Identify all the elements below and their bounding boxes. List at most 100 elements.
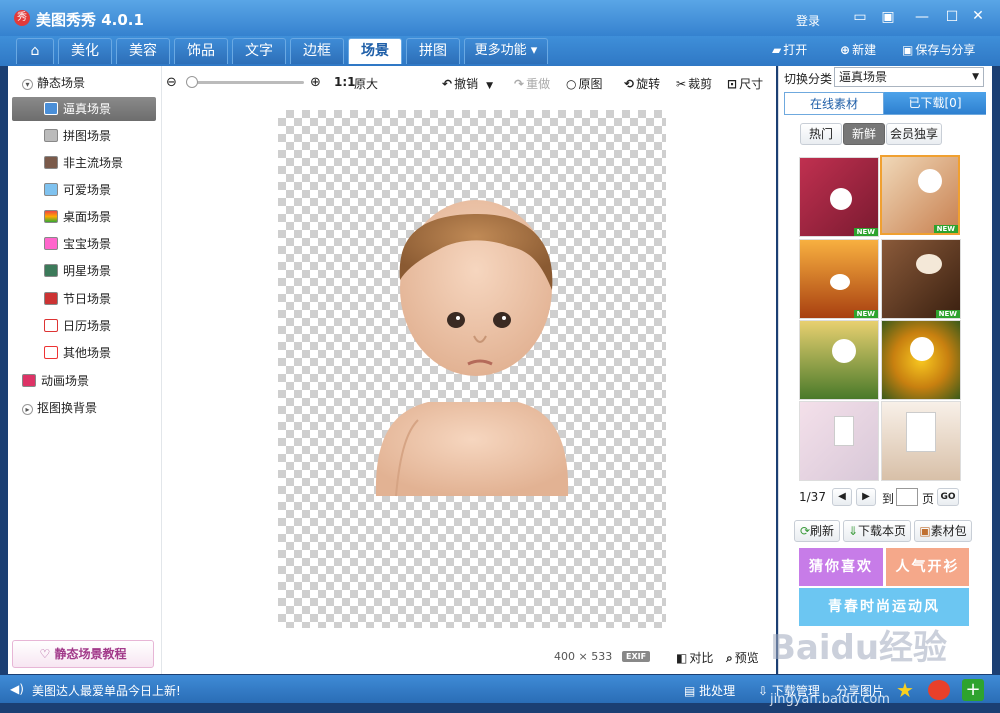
tab-text[interactable]: 文字 <box>232 38 286 64</box>
category-select[interactable]: 逼真场景 ▼ <box>834 67 984 87</box>
preview-label: 预览 <box>734 651 759 665</box>
scene-item-collage[interactable]: 拼图场景 <box>44 125 111 147</box>
tutorial-icon: ♡ <box>39 647 55 661</box>
scene-item-cute[interactable]: 可爱场景 <box>44 179 111 201</box>
coffee-cup <box>916 254 942 274</box>
actual-size-button[interactable]: 1:1 <box>334 75 356 89</box>
rotate-icon: ⟲ <box>624 77 635 91</box>
next-page-icon[interactable]: ▶ <box>856 488 876 506</box>
plus-icon: ⊕ <box>840 43 851 57</box>
page-indicator: 1/37 <box>799 490 826 504</box>
skin-icon[interactable]: ▣ <box>878 9 898 25</box>
scene-label: 宝宝场景 <box>63 237 112 251</box>
scene-item-star[interactable]: 明星场景 <box>44 260 111 282</box>
scene-item-desktop[interactable]: 桌面场景 <box>44 206 111 228</box>
tab-collage[interactable]: 拼图 <box>406 38 460 64</box>
image-canvas[interactable] <box>278 110 666 628</box>
tab-beauty[interactable]: 美容 <box>116 38 170 64</box>
weibo-icon[interactable] <box>928 680 950 700</box>
material-thumbnail-selected[interactable]: NEW <box>880 155 960 235</box>
collapse-icon: ▾ <box>22 79 33 90</box>
login-link[interactable]: 登录 <box>796 12 820 29</box>
new-button[interactable]: ⊕ 新建 <box>840 41 876 58</box>
static-scene-tutorial-button[interactable]: ♡ 静态场景教程 <box>12 640 154 668</box>
expand-icon: ▸ <box>22 404 33 415</box>
minimize-icon[interactable]: — <box>912 9 932 25</box>
save-share-button[interactable]: ▣ 保存与分享 <box>902 41 975 58</box>
scene-item-nonmainstream[interactable]: 非主流场景 <box>44 152 123 174</box>
original-button[interactable]: ○ 原图 <box>566 75 603 92</box>
zoom-slider[interactable] <box>186 81 304 84</box>
cutout-bg-group[interactable]: ▸ 抠图换背景 <box>22 397 97 419</box>
size-button[interactable]: ⊡ 尺寸 <box>727 75 763 92</box>
undo-button[interactable]: ↶ 撤销 ▼ <box>442 75 493 92</box>
open-button[interactable]: ▰ 打开 <box>772 41 807 58</box>
tab-frame[interactable]: 边框 <box>290 38 344 64</box>
material-thumbnail[interactable] <box>799 320 879 400</box>
filter-hot[interactable]: 热门 <box>800 123 842 145</box>
exif-button[interactable]: EXIF <box>622 651 651 662</box>
add-icon[interactable]: + <box>962 679 984 701</box>
promo-guess-you-like[interactable]: 猜你喜欢 <box>799 548 883 586</box>
package-button[interactable]: ▣素材包 <box>914 520 972 542</box>
rotate-button[interactable]: ⟲ 旋转 <box>624 75 660 92</box>
new-badge: NEW <box>935 310 960 318</box>
promo-popular-cardigan[interactable]: 人气开衫 <box>886 548 969 586</box>
maximize-icon[interactable]: ☐ <box>942 9 962 25</box>
material-thumbnail[interactable] <box>799 401 879 481</box>
crop-button[interactable]: ✂ 裁剪 <box>676 75 712 92</box>
preview-icon: ⌕ <box>726 651 733 665</box>
refresh-button[interactable]: ⟳刷新 <box>794 520 840 542</box>
material-thumbnail[interactable]: NEW <box>881 239 961 319</box>
save-label: 保存与分享 <box>915 43 976 57</box>
filter-new[interactable]: 新鲜 <box>843 123 885 145</box>
material-thumbnail[interactable]: NEW <box>799 239 879 319</box>
tab-home[interactable]: ⌂ <box>16 38 54 64</box>
scene-label: 日历场景 <box>63 319 112 333</box>
star-icon[interactable]: ★ <box>896 679 918 701</box>
tab-beautify[interactable]: 美化 <box>58 38 112 64</box>
feedback-icon[interactable]: ▭ <box>850 9 870 25</box>
scene-item-realistic[interactable]: 逼真场景 <box>44 98 111 120</box>
zoom-out-icon[interactable]: ⊖ <box>166 75 177 90</box>
animated-scene-group[interactable]: 动画场景 <box>22 370 89 392</box>
close-icon[interactable]: ✕ <box>968 8 988 24</box>
refresh-label: 刷新 <box>810 524 835 538</box>
preview-button[interactable]: ⌕ 预览 <box>726 649 759 666</box>
tab-more[interactable]: 更多功能 ▾ <box>464 38 548 64</box>
scene-item-calendar[interactable]: 日历场景 <box>44 315 111 337</box>
zoom-in-icon[interactable]: ⊕ <box>310 75 321 90</box>
zoom-slider-handle[interactable] <box>186 76 198 88</box>
download-page-button[interactable]: ⇓下载本页 <box>843 520 911 542</box>
scene-item-holiday[interactable]: 节日场景 <box>44 288 111 310</box>
batch-label: 批处理 <box>699 684 736 698</box>
scene-item-baby[interactable]: 宝宝场景 <box>44 233 111 255</box>
resize-icon: ⊡ <box>727 77 738 91</box>
package-icon: ▣ <box>919 524 931 538</box>
material-thumbnail[interactable]: NEW <box>799 157 879 237</box>
holiday-icon <box>44 292 58 305</box>
tab-decoration[interactable]: 饰品 <box>174 38 228 64</box>
batch-icon: ▤ <box>684 684 700 698</box>
compare-button[interactable]: ◧ 对比 <box>676 649 713 666</box>
image-height: 533 <box>591 650 613 663</box>
tab-online-materials[interactable]: 在线素材 <box>784 92 884 114</box>
open-label: 打开 <box>783 43 808 57</box>
go-button[interactable]: GO <box>937 488 959 506</box>
page-input[interactable] <box>896 488 918 506</box>
material-thumbnail[interactable] <box>881 401 961 481</box>
scene-item-other[interactable]: 其他场景 <box>44 342 111 364</box>
material-thumbnail[interactable] <box>881 320 961 400</box>
app-logo-icon: 秀 <box>14 10 30 26</box>
undo-dropdown-icon[interactable]: ▼ <box>486 81 493 91</box>
static-scene-group[interactable]: ▾ 静态场景 <box>22 72 85 94</box>
redo-button[interactable]: ↷ 重做 <box>514 75 550 92</box>
tab-downloaded[interactable]: 已下载[0] <box>884 92 986 114</box>
batch-process-button[interactable]: ▤ 批处理 <box>684 682 735 699</box>
prev-page-icon[interactable]: ◀ <box>832 488 852 506</box>
status-message[interactable]: 美图达人最爱单品今日上新! <box>32 682 181 699</box>
original-size-button[interactable]: 原大 <box>354 75 378 92</box>
filter-vip[interactable]: 会员独享 <box>886 123 942 145</box>
tab-scene[interactable]: 场景 <box>348 38 402 64</box>
times-sign: × <box>578 650 588 663</box>
